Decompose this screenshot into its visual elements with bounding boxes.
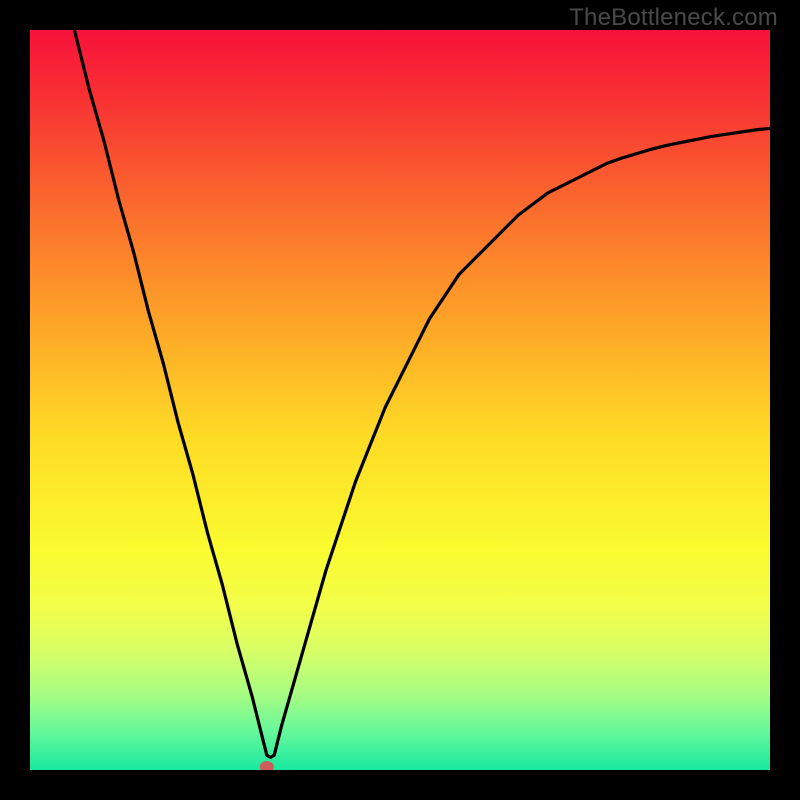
chart-frame: TheBottleneck.com bbox=[0, 0, 800, 800]
chart-background bbox=[30, 30, 770, 770]
plot-area bbox=[30, 30, 770, 770]
chart-svg bbox=[30, 30, 770, 770]
watermark-text: TheBottleneck.com bbox=[569, 4, 778, 32]
